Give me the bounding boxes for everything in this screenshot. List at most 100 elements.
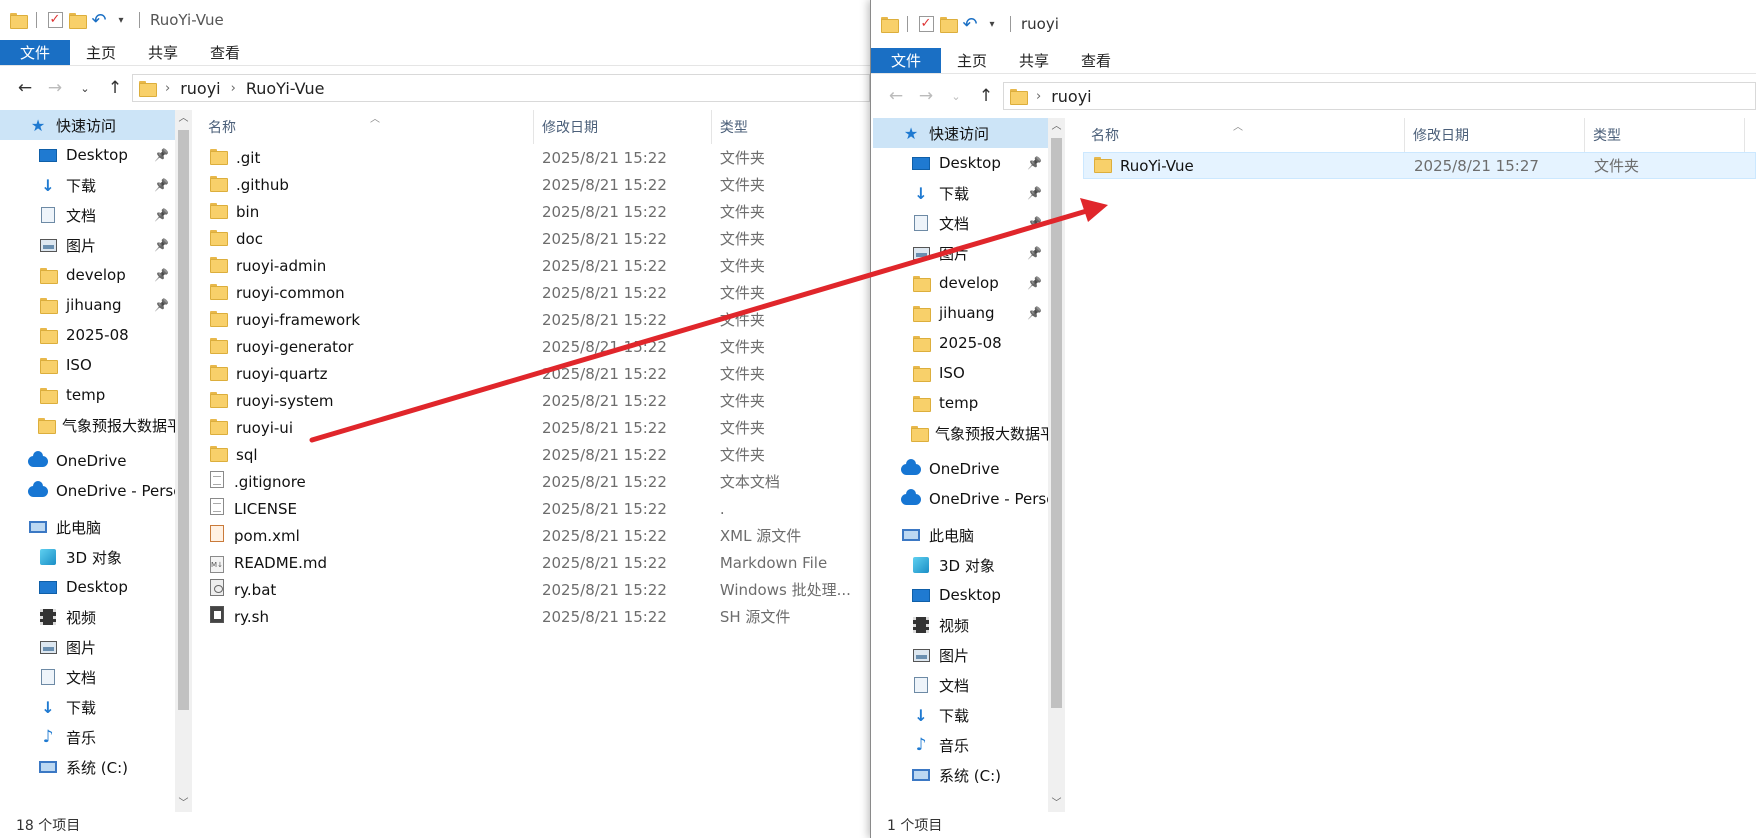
pin-icon[interactable]: 📌	[1027, 246, 1042, 260]
chevron-down-icon[interactable]: ▾	[984, 15, 1000, 33]
back-icon[interactable]: ←	[883, 86, 909, 106]
address-bar[interactable]: › ruoyi	[1003, 82, 1756, 110]
sidebar-item[interactable]: 此电脑	[873, 520, 1048, 550]
file-row[interactable]: doc 2025/8/21 15:22 文件夹	[200, 225, 870, 252]
sidebar-item[interactable]: 3D 对象	[873, 550, 1048, 580]
column-type[interactable]: 类型	[712, 110, 870, 144]
up-icon[interactable]: ↑	[102, 78, 128, 98]
sidebar-item[interactable]: OneDrive - Perso	[873, 484, 1048, 514]
nav-scrollbar[interactable]: ︿ ﹀	[175, 110, 192, 812]
tab-home[interactable]: 主页	[941, 48, 1003, 73]
sidebar-item[interactable]: 系统 (C:)	[0, 752, 175, 782]
sidebar-item[interactable]: 图片	[873, 640, 1048, 670]
sidebar-item[interactable]: Desktop 📌	[873, 148, 1048, 178]
column-type[interactable]: 类型	[1585, 118, 1745, 152]
forward-icon[interactable]: →	[42, 78, 68, 98]
sidebar-item[interactable]: 气象预报大数据平	[0, 410, 175, 440]
pin-icon[interactable]: 📌	[154, 268, 169, 282]
scroll-up-icon[interactable]: ︿	[175, 110, 192, 127]
pin-icon[interactable]: 📌	[154, 208, 169, 222]
sidebar-item[interactable]: 图片 📌	[873, 238, 1048, 268]
sidebar-item[interactable]: 气象预报大数据平	[873, 418, 1048, 448]
sidebar-item[interactable]: develop 📌	[0, 260, 175, 290]
sidebar-item[interactable]: 此电脑	[0, 512, 175, 542]
sidebar-item[interactable]: jihuang 📌	[0, 290, 175, 320]
tab-file[interactable]: 文件	[0, 40, 71, 65]
sidebar-item[interactable]: 图片	[0, 632, 175, 662]
sidebar-item[interactable]: develop 📌	[873, 268, 1048, 298]
sidebar-item[interactable]: ↓ 下载	[873, 700, 1048, 730]
pin-icon[interactable]: 📌	[1027, 186, 1042, 200]
undo-icon[interactable]: ↶	[91, 10, 107, 31]
column-date[interactable]: 修改日期	[1405, 118, 1585, 152]
recent-locations-chevron-icon[interactable]: ⌄	[72, 82, 98, 95]
file-row[interactable]: pom.xml 2025/8/21 15:22 XML 源文件	[200, 522, 870, 549]
sidebar-item[interactable]: jihuang 📌	[873, 298, 1048, 328]
scroll-up-icon[interactable]: ︿	[1048, 118, 1065, 135]
tab-view[interactable]: 查看	[194, 40, 256, 65]
sidebar-item[interactable]: 文档	[0, 662, 175, 692]
column-date[interactable]: 修改日期	[534, 110, 712, 144]
file-row[interactable]: bin 2025/8/21 15:22 文件夹	[200, 198, 870, 225]
file-row[interactable]: .github 2025/8/21 15:22 文件夹	[200, 171, 870, 198]
sidebar-item[interactable]: ★ 快速访问	[873, 118, 1048, 148]
scrollbar-thumb[interactable]	[178, 130, 189, 710]
breadcrumb-item[interactable]: RuoYi-Vue	[246, 79, 325, 98]
pin-icon[interactable]: 📌	[1027, 216, 1042, 230]
file-row[interactable]: LICENSE 2025/8/21 15:22.	[200, 495, 870, 522]
sidebar-item[interactable]: 2025-08	[873, 328, 1048, 358]
tab-file[interactable]: 文件	[871, 48, 942, 73]
pin-icon[interactable]: 📌	[1027, 276, 1042, 290]
forward-icon[interactable]: →	[913, 86, 939, 106]
column-name[interactable]: 名称	[200, 110, 534, 144]
sidebar-item[interactable]: ♪ 音乐	[0, 722, 175, 752]
file-row[interactable]: sql 2025/8/21 15:22 文件夹	[200, 441, 870, 468]
file-row[interactable]: ry.sh 2025/8/21 15:22 SH 源文件	[200, 603, 870, 630]
column-name[interactable]: 名称	[1083, 118, 1405, 152]
tab-share[interactable]: 共享	[1003, 48, 1065, 73]
sidebar-item[interactable]: 视频	[0, 602, 175, 632]
pin-icon[interactable]: 📌	[154, 148, 169, 162]
sidebar-item[interactable]: 视频	[873, 610, 1048, 640]
sidebar-item[interactable]: ↓ 下载	[0, 692, 175, 722]
file-row[interactable]: .git 2025/8/21 15:22 文件夹	[200, 144, 870, 171]
sidebar-item[interactable]: OneDrive	[0, 446, 175, 476]
tab-share[interactable]: 共享	[132, 40, 194, 65]
sidebar-item[interactable]: ★ 快速访问	[0, 110, 175, 140]
sidebar-item[interactable]: 文档	[873, 670, 1048, 700]
sidebar-item[interactable]: ISO	[0, 350, 175, 380]
file-row[interactable]: RuoYi-Vue 2025/8/21 15:27 文件夹	[1083, 152, 1756, 179]
properties-icon[interactable]: ✓	[47, 11, 63, 29]
pin-icon[interactable]: 📌	[1027, 156, 1042, 170]
breadcrumb-item[interactable]: ruoyi	[1051, 87, 1091, 106]
sidebar-item[interactable]: 3D 对象	[0, 542, 175, 572]
sidebar-item[interactable]: ↓ 下载 📌	[0, 170, 175, 200]
new-folder-icon[interactable]	[69, 11, 87, 29]
address-bar[interactable]: › ruoyi › RuoYi-Vue	[132, 74, 870, 102]
sidebar-item[interactable]: 图片 📌	[0, 230, 175, 260]
file-row[interactable]: ruoyi-system 2025/8/21 15:22 文件夹	[200, 387, 870, 414]
sidebar-item[interactable]: ♪ 音乐	[873, 730, 1048, 760]
tab-view[interactable]: 查看	[1065, 48, 1127, 73]
file-row[interactable]: ruoyi-ui 2025/8/21 15:22 文件夹	[200, 414, 870, 441]
file-row[interactable]: ry.bat 2025/8/21 15:22 Windows 批处理...	[200, 576, 870, 603]
sidebar-item[interactable]: 文档 📌	[0, 200, 175, 230]
sidebar-item[interactable]: ISO	[873, 358, 1048, 388]
scroll-down-icon[interactable]: ﹀	[175, 795, 192, 812]
sidebar-item[interactable]: Desktop 📌	[0, 140, 175, 170]
sidebar-item[interactable]: 文档 📌	[873, 208, 1048, 238]
pin-icon[interactable]: 📌	[1027, 306, 1042, 320]
sidebar-item[interactable]: temp	[0, 380, 175, 410]
sidebar-item[interactable]: 2025-08	[0, 320, 175, 350]
file-row[interactable]: M↓ README.md 2025/8/21 15:22 Markdown File	[200, 549, 870, 576]
tab-home[interactable]: 主页	[70, 40, 132, 65]
sidebar-item[interactable]: Desktop	[873, 580, 1048, 610]
file-row[interactable]: ruoyi-framework 2025/8/21 15:22 文件夹	[200, 306, 870, 333]
chevron-down-icon[interactable]: ▾	[113, 11, 129, 29]
sidebar-item[interactable]: OneDrive - Perso	[0, 476, 175, 506]
sidebar-item[interactable]: Desktop	[0, 572, 175, 602]
pin-icon[interactable]: 📌	[154, 238, 169, 252]
scroll-down-icon[interactable]: ﹀	[1048, 795, 1065, 812]
back-icon[interactable]: ←	[12, 78, 38, 98]
pin-icon[interactable]: 📌	[154, 178, 169, 192]
